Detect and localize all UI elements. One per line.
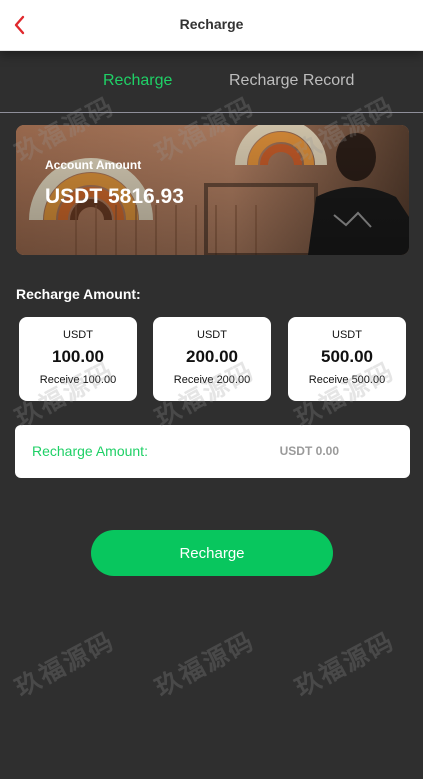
option-receive: Receive 500.00 xyxy=(308,374,386,386)
option-receive: Receive 100.00 xyxy=(39,374,117,386)
amount-option-100[interactable]: USDT 100.00 Receive 100.00 xyxy=(19,317,137,401)
account-banner: Account Amount USDT 5816.93 xyxy=(16,125,409,255)
amount-option-200[interactable]: USDT 200.00 Receive 200.00 xyxy=(153,317,271,401)
option-currency: USDT xyxy=(63,329,93,341)
option-amount: 200.00 xyxy=(186,347,238,366)
recharge-button[interactable]: Recharge xyxy=(91,530,333,576)
option-currency: USDT xyxy=(332,329,362,341)
watermark-text: 玖福源码 xyxy=(10,627,120,703)
recharge-amount-input-card: Recharge Amount: xyxy=(15,425,410,478)
tab-recharge[interactable]: Recharge xyxy=(103,72,172,90)
top-bar: Recharge xyxy=(0,0,423,51)
watermark-text: 玖福源码 xyxy=(150,627,260,703)
option-receive: Receive 200.00 xyxy=(173,374,251,386)
account-amount-value: USDT 5816.93 xyxy=(45,185,184,208)
option-amount: 500.00 xyxy=(321,347,373,366)
recharge-amount-input-label: Recharge Amount: xyxy=(32,443,148,459)
tab-recharge-record[interactable]: Recharge Record xyxy=(229,72,354,90)
option-amount: 100.00 xyxy=(52,347,104,366)
recharge-amount-heading: Recharge Amount: xyxy=(16,286,141,302)
tab-bar: Recharge Recharge Record xyxy=(0,62,423,113)
amount-option-500[interactable]: USDT 500.00 Receive 500.00 xyxy=(288,317,406,401)
option-currency: USDT xyxy=(197,329,227,341)
account-amount-label: Account Amount xyxy=(45,158,142,172)
watermark-text: 玖福源码 xyxy=(290,627,400,703)
page-title: Recharge xyxy=(179,16,244,32)
recharge-amount-input[interactable] xyxy=(245,439,339,463)
